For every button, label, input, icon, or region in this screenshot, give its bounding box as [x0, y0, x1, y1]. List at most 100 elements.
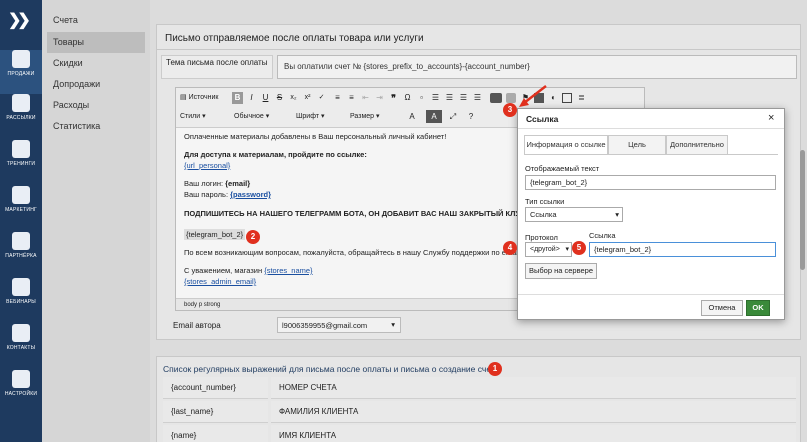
play-icon — [12, 278, 30, 296]
text-color-icon[interactable]: A — [404, 110, 420, 123]
dialog-footer-divider — [518, 294, 784, 295]
regex-desc-cell: ИМЯ КЛИЕНТА — [271, 425, 796, 442]
submenu-item-expenses[interactable]: Расходы — [47, 95, 145, 116]
submenu-item-products[interactable]: Товары — [47, 32, 145, 53]
chevron-down-icon: ▾ — [391, 320, 395, 329]
font-dropdown[interactable]: Шрифт ▾ — [296, 110, 346, 123]
blockquote-icon[interactable]: ❞ — [388, 92, 399, 104]
tab-link-info[interactable]: Информация о ссылке — [524, 135, 608, 155]
link-icon[interactable] — [490, 93, 502, 103]
source-button[interactable]: ▤ Источник — [180, 92, 218, 104]
gear-icon — [12, 370, 30, 388]
chevron-down-icon: ▾ — [565, 246, 569, 253]
remove-format-icon[interactable]: ✓ — [316, 92, 327, 104]
editor-line-login: Ваш логин: {email} — [184, 179, 251, 188]
ok-button[interactable]: OK — [746, 300, 770, 316]
megaphone-icon — [12, 94, 30, 112]
chevron-down-icon: ▾ — [376, 113, 380, 120]
path-p[interactable]: p — [199, 302, 202, 308]
cancel-button[interactable]: Отмена — [701, 300, 743, 316]
bold-icon[interactable]: B — [232, 92, 243, 104]
nav-item-trainings[interactable]: ТРЕНИНГИ — [0, 140, 42, 184]
close-icon[interactable]: × — [768, 112, 774, 124]
numbered-list-icon[interactable]: ≡ — [332, 92, 343, 104]
editor-line-2: Для доступа к материалам, пройдите по сс… — [184, 150, 367, 159]
regex-title: Список регулярных выражений для письма п… — [163, 364, 500, 374]
nav-item-sales[interactable]: ПРОДАЖИ — [0, 50, 42, 94]
nav-item-marketing[interactable]: МАРКЕТИНГ — [0, 186, 42, 230]
div-icon[interactable]: ▫ — [416, 92, 427, 104]
chevron-down-icon: ▾ — [202, 113, 206, 120]
nav-item-webinars[interactable]: ВЕБИНАРЫ — [0, 278, 42, 322]
bullet-list-icon[interactable]: ≡ — [346, 92, 357, 104]
italic-icon[interactable]: I — [246, 92, 257, 104]
display-text-input[interactable]: {telegram_bot_2} — [525, 175, 776, 190]
size-dropdown[interactable]: Размер ▾ — [350, 110, 398, 123]
strike-icon[interactable]: S — [274, 92, 285, 104]
regex-key-cell: {last_name} — [163, 401, 268, 423]
align-center-icon[interactable]: ☰ — [444, 92, 455, 104]
nav-item-settings[interactable]: НАСТРОЙКИ — [0, 370, 42, 414]
help-icon[interactable]: ? — [464, 110, 478, 123]
submenu-item-statistics[interactable]: Статистика — [47, 116, 145, 137]
editor-line-password: Ваш пароль: {password} — [184, 190, 271, 199]
subject-label: Тема письма после оплаты — [161, 55, 273, 79]
special-char-icon[interactable]: Ω — [402, 92, 413, 104]
nav-item-partners[interactable]: ПАРТНЁРКА — [0, 232, 42, 276]
editor-selected-telegram-bot[interactable]: {telegram_bot_2} — [184, 229, 246, 240]
editor-link-url-personal[interactable]: {url_personal} — [184, 161, 230, 170]
display-text-label: Отображаемый текст — [525, 164, 600, 173]
align-right-icon[interactable]: ☰ — [458, 92, 469, 104]
dialog-header: Ссылка × — [518, 109, 784, 129]
nav-item-contacts[interactable]: КОНТАКТЫ — [0, 324, 42, 368]
chevron-down-icon: ▾ — [615, 210, 619, 219]
submenu-item-invoices[interactable]: Счета — [47, 10, 145, 31]
nav-item-mailings[interactable]: РАССЫЛКИ — [0, 94, 42, 138]
cart-icon — [12, 50, 30, 68]
scrollbar-thumb[interactable] — [800, 150, 805, 270]
tab-target[interactable]: Цель — [608, 135, 666, 155]
regex-key-cell: {name} — [163, 425, 268, 442]
subject-input[interactable]: Вы оплатили счет № {stores_prefix_to_acc… — [277, 55, 797, 79]
editor-line-regards: С уважением, магазин {stores_name} — [184, 266, 313, 275]
url-label: Ссылка — [589, 231, 616, 240]
badge-4: 4 — [503, 241, 517, 255]
indent-icon[interactable]: ⇥ — [374, 92, 385, 104]
align-left-icon[interactable]: ☰ — [430, 92, 441, 104]
editor-line-subscribe: ПОДПИШИТЕСЬ НА НАШЕГО ТЕЛЕГРАММ БОТА, ОН… — [184, 209, 524, 218]
table-icon[interactable] — [562, 93, 572, 103]
path-strong[interactable]: strong — [204, 302, 221, 308]
align-justify-icon[interactable]: ☰ — [472, 92, 483, 104]
logo-icon[interactable]: ❯❯ — [8, 10, 34, 30]
unlink-icon[interactable] — [506, 93, 516, 103]
email-author-label: Email автора — [173, 321, 221, 330]
badge-3: 3 — [503, 103, 517, 117]
horizontal-rule-icon[interactable]: ≣ — [576, 92, 587, 104]
underline-icon[interactable]: U — [260, 92, 271, 104]
format-dropdown[interactable]: Обычное ▾ — [234, 110, 290, 123]
link-type-select[interactable]: Ссылка ▾ — [525, 207, 623, 222]
url-input[interactable]: {telegram_bot_2} — [589, 242, 776, 257]
tab-divider — [524, 154, 778, 155]
browse-server-button[interactable]: Выбор на сервере — [525, 263, 597, 279]
tab-advanced[interactable]: Дополнительно — [666, 135, 728, 155]
arrow-icon — [519, 85, 547, 107]
styles-dropdown[interactable]: Стили ▾ — [180, 110, 230, 123]
maximize-icon[interactable]: ⤢ — [446, 110, 460, 123]
subscript-icon[interactable]: x₂ — [288, 92, 299, 104]
protocol-select[interactable]: <другой> ▾ — [525, 242, 572, 257]
editor-link-admin-email[interactable]: {stores_admin_email} — [184, 277, 256, 286]
badge-1: 1 — [488, 362, 502, 376]
outdent-icon[interactable]: ⇤ — [360, 92, 371, 104]
superscript-icon[interactable]: x² — [302, 92, 313, 104]
submenu: Счета Товары Скидки Допродажи Расходы Ст… — [42, 0, 150, 442]
email-author-select[interactable]: l9006359955@gmail.com ▾ — [277, 317, 401, 333]
badge-5: 5 — [572, 241, 586, 255]
submenu-item-upsells[interactable]: Допродажи — [47, 74, 145, 95]
submenu-item-discounts[interactable]: Скидки — [47, 53, 145, 74]
path-body[interactable]: body — [184, 302, 197, 308]
left-navigation: ❯❯ ПРОДАЖИ РАССЫЛКИ ТРЕНИНГИ МАРКЕТИНГ П… — [0, 0, 42, 442]
regex-desc-cell: НОМЕР СЧЕТА — [271, 377, 796, 399]
bg-color-icon[interactable]: A — [426, 110, 442, 123]
editor-line-1: Оплаченные материалы добавлены в Ваш пер… — [184, 132, 447, 141]
